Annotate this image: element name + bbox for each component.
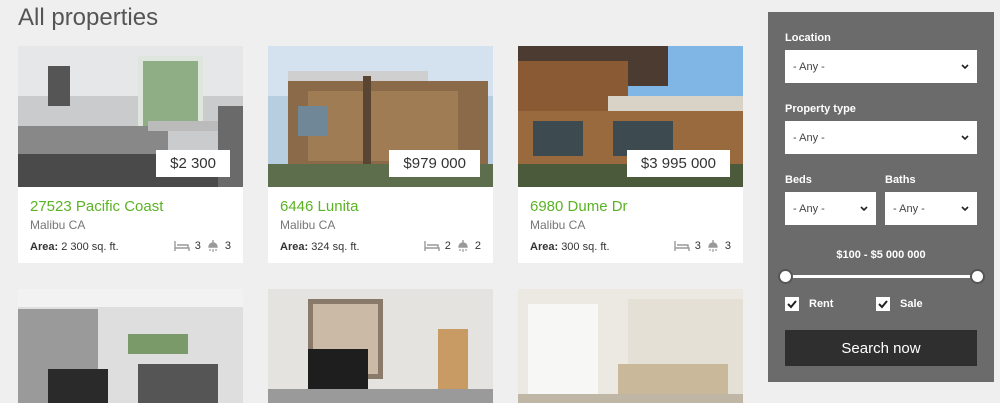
bed-icon bbox=[174, 240, 190, 252]
baths-select[interactable]: - Any - bbox=[885, 192, 977, 225]
search-now-button[interactable]: Search now bbox=[785, 330, 977, 366]
beds-select[interactable]: - Any - bbox=[785, 192, 876, 225]
price-max-handle[interactable] bbox=[970, 269, 985, 284]
listing-amenities: 2 2 bbox=[424, 239, 481, 253]
location-value: - Any - bbox=[793, 60, 825, 73]
sale-checkbox[interactable]: Sale bbox=[876, 297, 923, 311]
listing-area: Area: 324 sq. ft. bbox=[280, 241, 360, 253]
chevron-down-icon bbox=[961, 63, 969, 69]
listing-photo[interactable] bbox=[268, 289, 493, 403]
listing-card[interactable] bbox=[18, 289, 243, 403]
baths-count: 3 bbox=[724, 240, 731, 252]
shower-icon bbox=[706, 239, 720, 253]
baths-label: Baths bbox=[885, 174, 916, 186]
sale-checkbox-box[interactable] bbox=[876, 297, 890, 311]
property-type-value: - Any - bbox=[793, 131, 825, 144]
listing-city: Malibu CA bbox=[530, 218, 586, 232]
listing-area: Area: 2 300 sq. ft. bbox=[30, 241, 119, 253]
bed-icon bbox=[424, 240, 440, 252]
price-tag: $979 000 bbox=[389, 150, 480, 177]
listing-city: Malibu CA bbox=[280, 218, 336, 232]
rent-checkbox-box[interactable] bbox=[785, 297, 799, 311]
chevron-down-icon bbox=[961, 205, 969, 211]
price-min-handle[interactable] bbox=[778, 269, 793, 284]
listing-photo[interactable] bbox=[18, 289, 243, 403]
beds-count: 3 bbox=[694, 240, 701, 252]
area-label: Area: bbox=[30, 241, 59, 253]
search-filter-panel: Location - Any - Property type - Any - B… bbox=[768, 12, 994, 382]
listing-title[interactable]: 27523 Pacific Coast bbox=[30, 198, 163, 215]
listing-title[interactable]: 6980 Dume Dr bbox=[530, 198, 628, 215]
beds-value: - Any - bbox=[793, 202, 825, 215]
area-value: 324 sq. ft. bbox=[311, 241, 360, 253]
property-type-label: Property type bbox=[785, 103, 856, 115]
rent-label: Rent bbox=[809, 298, 834, 310]
shower-icon bbox=[456, 239, 470, 253]
listing-card[interactable] bbox=[268, 289, 493, 403]
page-title: All properties bbox=[18, 4, 159, 31]
shower-icon bbox=[206, 239, 220, 253]
price-range-track[interactable] bbox=[785, 275, 977, 278]
beds-count: 2 bbox=[444, 240, 451, 252]
chevron-down-icon bbox=[961, 134, 969, 140]
area-label: Area: bbox=[530, 241, 559, 253]
chevron-down-icon bbox=[860, 205, 868, 211]
beds-count: 3 bbox=[194, 240, 201, 252]
listing-card[interactable]: $979 000 6446 Lunita Malibu CA Area: 324… bbox=[268, 46, 493, 263]
rent-checkbox[interactable]: Rent bbox=[785, 297, 833, 311]
location-select[interactable]: - Any - bbox=[785, 50, 977, 83]
listing-photo[interactable] bbox=[518, 289, 743, 403]
listing-area: Area: 300 sq. ft. bbox=[530, 241, 610, 253]
price-tag: $3 995 000 bbox=[626, 150, 730, 177]
area-label: Area: bbox=[280, 241, 309, 253]
baths-value: - Any - bbox=[893, 202, 925, 215]
beds-label: Beds bbox=[785, 174, 812, 186]
area-value: 300 sq. ft. bbox=[561, 241, 610, 253]
baths-count: 3 bbox=[224, 240, 231, 252]
listing-card[interactable] bbox=[518, 289, 743, 403]
price-tag: $2 300 bbox=[156, 150, 230, 177]
listing-amenities: 3 3 bbox=[674, 239, 731, 253]
area-value: 2 300 sq. ft. bbox=[61, 241, 119, 253]
property-type-select[interactable]: - Any - bbox=[785, 121, 977, 154]
listing-city: Malibu CA bbox=[30, 218, 86, 232]
location-label: Location bbox=[785, 32, 831, 44]
check-icon bbox=[878, 300, 888, 309]
bed-icon bbox=[674, 240, 690, 252]
listing-card[interactable]: $2 300 27523 Pacific Coast Malibu CA Are… bbox=[18, 46, 243, 263]
baths-count: 2 bbox=[474, 240, 481, 252]
listing-card[interactable]: $3 995 000 6980 Dume Dr Malibu CA Area: … bbox=[518, 46, 743, 263]
price-range-label: $100 - $5 000 000 bbox=[836, 249, 926, 261]
listing-amenities: 3 3 bbox=[174, 239, 231, 253]
check-icon bbox=[787, 300, 797, 309]
sale-label: Sale bbox=[900, 298, 923, 310]
listing-title[interactable]: 6446 Lunita bbox=[280, 198, 358, 215]
